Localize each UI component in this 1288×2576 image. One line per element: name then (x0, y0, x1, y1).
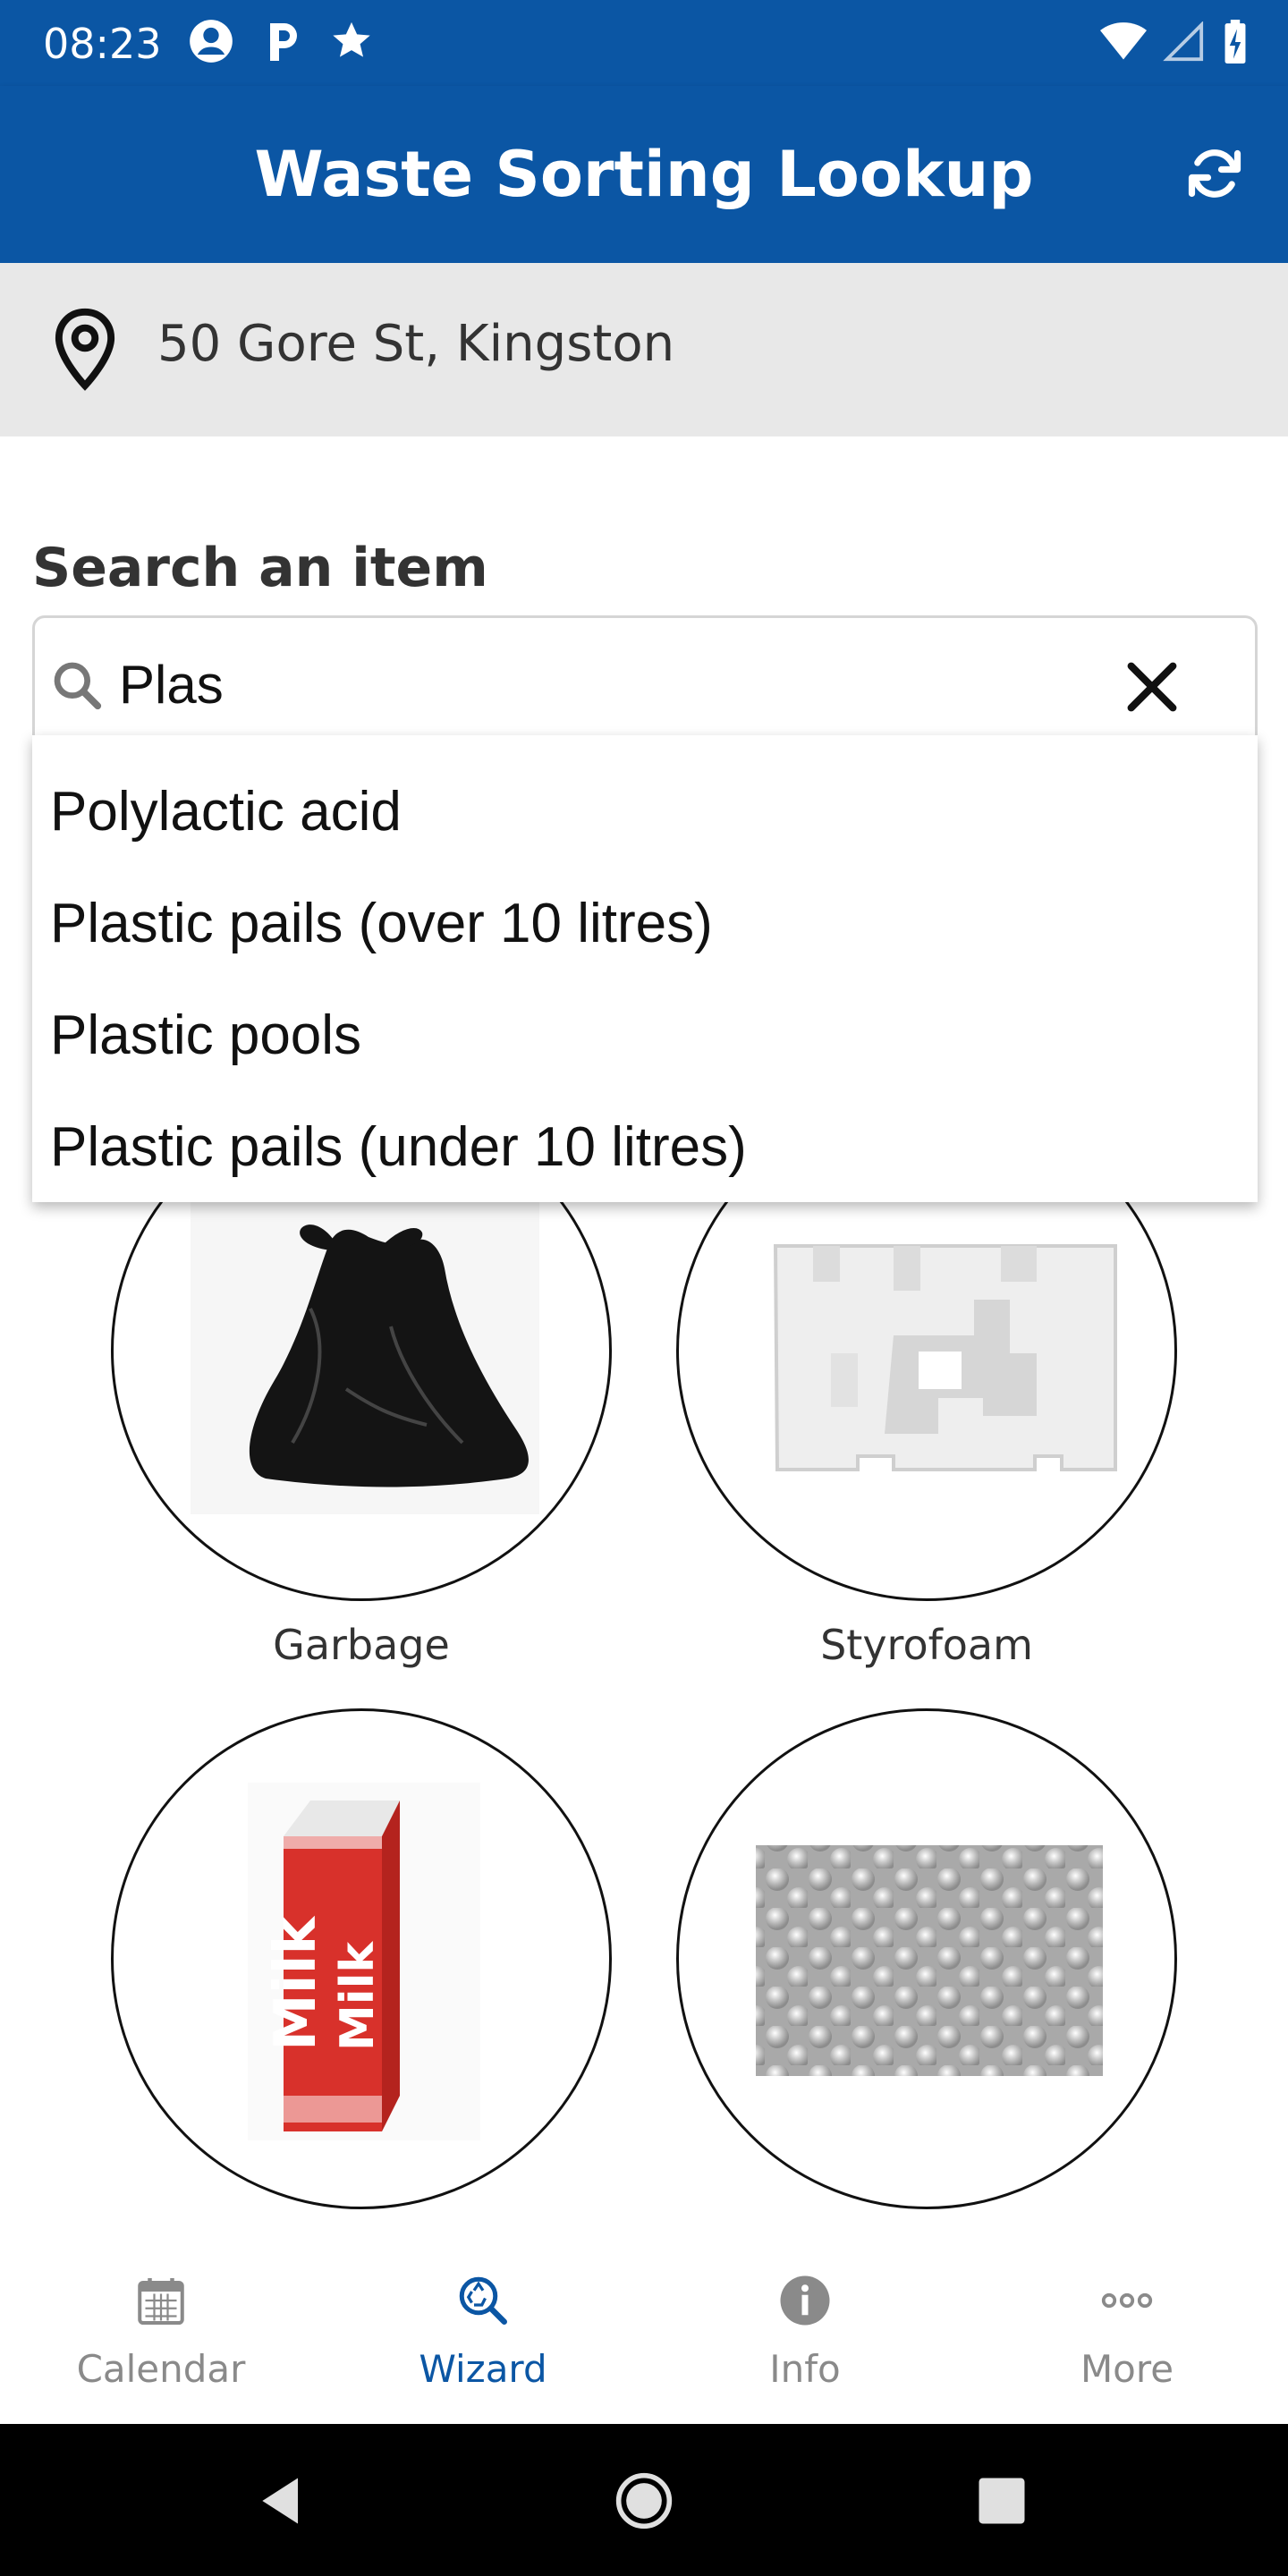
suggestion-item[interactable]: Plastic pails (over 10 litres) (50, 879, 1240, 969)
close-icon (1127, 662, 1177, 712)
system-navigation-bar (0, 2424, 1288, 2576)
suggestion-item[interactable]: Plastic pools (50, 991, 1240, 1080)
nav-label-more: More (1080, 2347, 1174, 2391)
svg-text:Milk: Milk (331, 1941, 385, 2051)
app-title: Waste Sorting Lookup (254, 138, 1034, 211)
nav-label-info: Info (769, 2347, 841, 2391)
status-time: 08:23 (43, 20, 162, 68)
star-icon (333, 21, 370, 57)
clear-search-button[interactable] (1121, 656, 1183, 718)
nav-label-wizard: Wizard (419, 2347, 547, 2391)
info-icon (780, 2275, 830, 2326)
recycle-search-icon (459, 2276, 507, 2325)
status-bar: 08:23 (0, 0, 1288, 86)
suggestions-dropdown: Polylactic acid Plastic pails (over 10 l… (32, 735, 1258, 1202)
location-bar[interactable]: 50 Gore St, Kingston (0, 263, 1288, 436)
nav-tab-more[interactable]: More (966, 2225, 1288, 2424)
search-input[interactable] (119, 648, 1067, 720)
refresh-button[interactable] (1182, 141, 1247, 206)
nav-tab-calendar[interactable]: Calendar (0, 2225, 322, 2424)
milk-carton-image: Milk Milk (248, 1783, 480, 2140)
category-label: Garbage (273, 1621, 450, 1669)
battery-charging-icon (1224, 20, 1246, 64)
signal-icon (1163, 21, 1204, 62)
svg-text:Milk: Milk (263, 1915, 329, 2051)
category-label: Styrofoam (820, 1621, 1033, 1669)
category-image-circle (676, 1708, 1177, 2209)
system-back-button[interactable] (252, 2470, 313, 2531)
recents-icon (979, 2478, 1025, 2524)
back-icon (262, 2478, 298, 2524)
bottom-navigation: Calendar Wizard Info More (0, 2225, 1288, 2424)
parking-icon (270, 23, 297, 61)
search-box (32, 615, 1258, 750)
nav-tab-wizard[interactable]: Wizard (322, 2225, 644, 2424)
nav-tab-info[interactable]: Info (644, 2225, 966, 2424)
account-circle-icon (190, 20, 233, 63)
refresh-icon (1188, 149, 1241, 198)
nav-label-calendar: Calendar (76, 2347, 246, 2391)
suggestion-item[interactable]: Polylactic acid (50, 767, 1240, 857)
calendar-icon (138, 2278, 184, 2325)
app-bar: Waste Sorting Lookup (0, 86, 1288, 263)
location-pin-icon (55, 308, 115, 391)
search-label: Search an item (32, 537, 488, 599)
search-icon (54, 662, 102, 710)
home-icon (615, 2472, 673, 2529)
system-recents-button[interactable] (971, 2470, 1032, 2531)
system-home-button[interactable] (614, 2470, 674, 2531)
bubble-wrap-image (756, 1845, 1103, 2076)
more-dots-icon (1101, 2292, 1153, 2309)
location-address: 50 Gore St, Kingston (157, 315, 675, 373)
category-image-circle: Milk Milk (111, 1708, 612, 2209)
wifi-icon (1100, 22, 1147, 60)
suggestion-item[interactable]: Plastic pails (under 10 litres) (50, 1103, 1240, 1192)
